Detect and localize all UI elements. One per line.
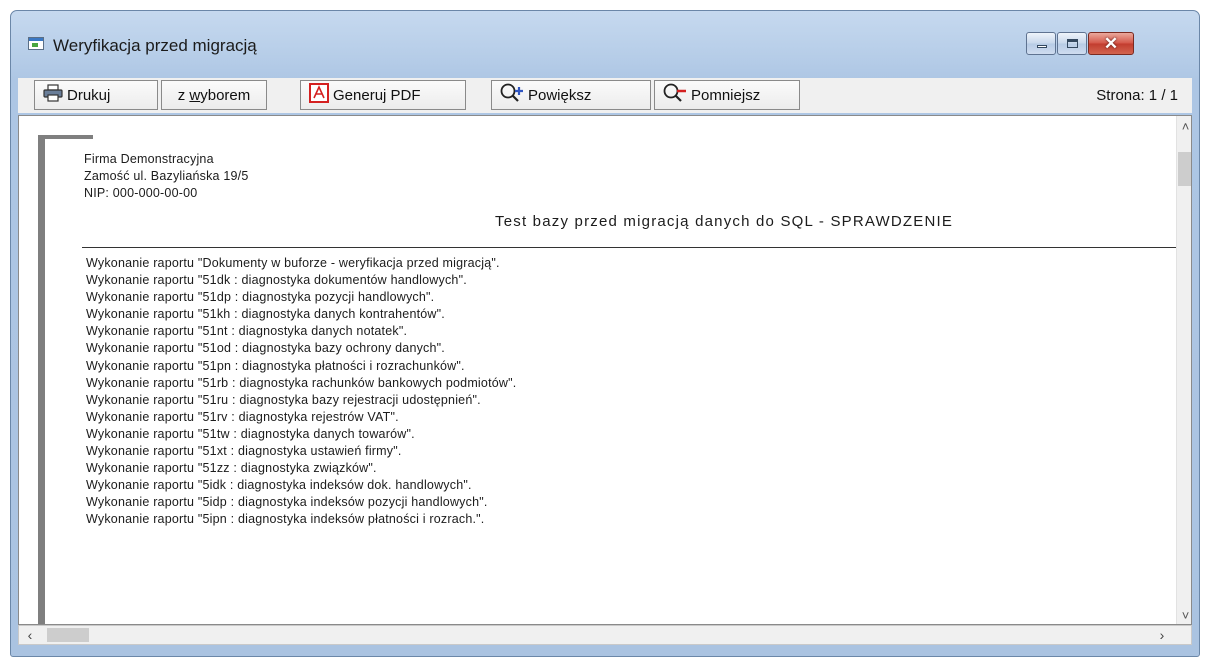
print-button[interactable]: Drukuj: [34, 80, 158, 110]
company-address: Zamość ul. Bazyliańska 19/5: [84, 169, 249, 183]
zoom-in-button[interactable]: Powiększ: [491, 80, 651, 110]
select-label-accelerator: w: [189, 86, 201, 104]
report-page: Firma Demonstracyjna Zamość ul. Bazyliań…: [82, 151, 1182, 526]
select-label-suffix: yborem: [200, 86, 251, 104]
close-button[interactable]: ✕: [1088, 32, 1134, 55]
report-title: Test bazy przed migracją danych do SQL -…: [495, 213, 954, 230]
report-line: Wykonanie raportu "51ru : diagnostyka ba…: [86, 392, 481, 407]
page-edge: [38, 135, 45, 624]
scroll-down-icon[interactable]: ˅: [1177, 607, 1191, 624]
horizontal-scroll-thumb[interactable]: [47, 628, 89, 642]
company-nip: NIP: 000-000-00-00: [84, 186, 198, 200]
zoom-out-label: Pomniejsz: [691, 86, 761, 104]
report-line: Wykonanie raportu "51rb : diagnostyka ra…: [86, 375, 517, 390]
zoom-in-label: Powiększ: [528, 86, 592, 104]
report-line: Wykonanie raportu "51dk : diagnostyka do…: [86, 273, 467, 288]
close-icon: ✕: [1103, 34, 1119, 53]
printer-icon: [43, 84, 63, 106]
report-line: Wykonanie raportu "51zz : diagnostyka zw…: [86, 461, 377, 476]
report-line: Wykonanie raportu "51xt : diagnostyka us…: [86, 444, 402, 459]
title-bar[interactable]: Weryfikacja przed migracją ✕: [11, 11, 1199, 57]
page-indicator: Strona: 1 / 1: [1096, 87, 1178, 104]
generate-pdf-label: Generuj PDF: [333, 86, 421, 104]
report-lines: Wykonanie raportu "Dokumenty w buforze -…: [86, 255, 516, 529]
print-label: Drukuj: [67, 86, 111, 104]
preview-window: Weryfikacja przed migracją ✕ Drukuj z wy…: [10, 10, 1200, 657]
scroll-right-icon[interactable]: ›: [1153, 626, 1171, 644]
report-line: Wykonanie raportu "5ipn : diagnostyka in…: [86, 512, 485, 527]
print-with-selection-button[interactable]: z wyborem: [161, 80, 267, 110]
zoom-out-icon: [663, 83, 687, 107]
report-preview-area[interactable]: Firma Demonstracyjna Zamość ul. Bazyliań…: [18, 115, 1192, 625]
print-with-selection-label: z wyborem: [178, 87, 251, 104]
report-line: Wykonanie raportu "51pn : diagnostyka pł…: [86, 358, 465, 373]
select-label-prefix: z: [177, 86, 190, 104]
pdf-icon: [309, 83, 329, 107]
report-line: Wykonanie raportu "51nt : diagnostyka da…: [86, 324, 408, 339]
page-corner: [38, 135, 93, 139]
toolbar: Drukuj z wyborem Generuj PDF Powiększ Po…: [18, 78, 1192, 113]
maximize-icon: [1067, 39, 1078, 48]
vertical-scrollbar[interactable]: ˄ ˅: [1176, 116, 1191, 624]
report-line: Wykonanie raportu "51kh : diagnostyka da…: [86, 307, 445, 322]
report-line: Wykonanie raportu "5idk : diagnostyka in…: [86, 478, 472, 493]
report-line: Wykonanie raportu "5idp : diagnostyka in…: [86, 495, 488, 510]
generate-pdf-button[interactable]: Generuj PDF: [300, 80, 466, 110]
report-line: Wykonanie raportu "51od : diagnostyka ba…: [86, 341, 445, 356]
window-title: Weryfikacja przed migracją: [53, 36, 257, 55]
maximize-button[interactable]: [1057, 32, 1087, 55]
scroll-up-icon[interactable]: ˄: [1177, 118, 1191, 135]
vertical-scroll-thumb[interactable]: [1178, 152, 1191, 186]
scroll-left-icon[interactable]: ‹: [21, 626, 39, 644]
minimize-icon: [1037, 45, 1047, 48]
minimize-button[interactable]: [1026, 32, 1056, 55]
report-line: Wykonanie raportu "51rv : diagnostyka re…: [86, 409, 399, 424]
horizontal-scrollbar[interactable]: ‹ ›: [18, 625, 1192, 645]
report-line: Wykonanie raportu "51dp : diagnostyka po…: [86, 290, 435, 305]
company-header: Firma Demonstracyjna Zamość ul. Bazyliań…: [84, 151, 1177, 202]
header-divider: [82, 247, 1182, 248]
report-line: Wykonanie raportu "51tw : diagnostyka da…: [86, 426, 415, 441]
zoom-in-icon: [500, 83, 524, 107]
company-name: Firma Demonstracyjna: [84, 152, 214, 166]
zoom-out-button[interactable]: Pomniejsz: [654, 80, 800, 110]
app-window-icon: [28, 37, 44, 50]
report-line: Wykonanie raportu "Dokumenty w buforze -…: [86, 256, 500, 270]
